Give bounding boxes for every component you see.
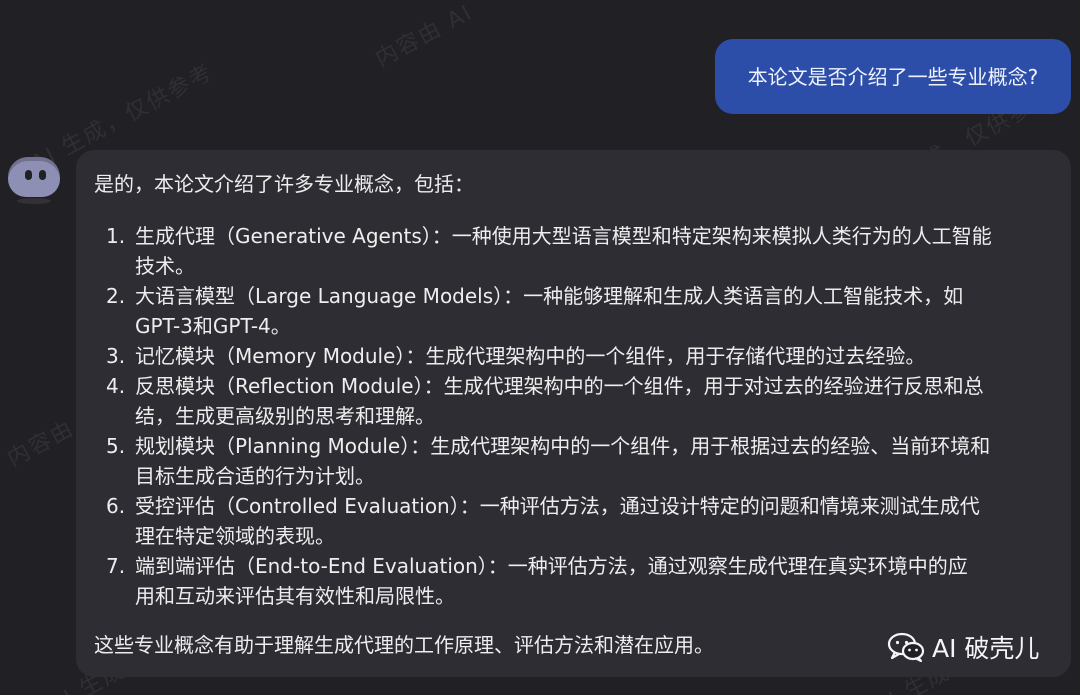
concept-number: 6. <box>106 494 126 518</box>
concept-text-line-2: GPT-3和GPT-4。 <box>135 314 291 338</box>
concept-text-line-1: 反思模块（Reflection Module）：生成代理架构中的一个组件，用于对… <box>135 374 984 398</box>
chat-screen: 内容由 AI AI 生成，仅供参考 AI 生成，仅供参考 内容由 AI 生 AI… <box>0 0 1080 695</box>
concept-text-line-1: 生成代理（Generative Agents）：一种使用大型语言模型和特定架构来… <box>135 224 992 248</box>
concept-text-line-1: 端到端评估（End-to-End Evaluation）：一种评估方法，通过观察… <box>135 554 968 578</box>
avatar-right-eye <box>39 170 46 180</box>
assistant-intro: 是的，本论文介绍了许多专业概念，包括： <box>94 172 474 196</box>
concept-text-line-2: 目标生成合适的行为计划。 <box>135 464 375 488</box>
assistant-avatar <box>8 157 60 197</box>
concept-item-end-to-end-evaluation: 7. 端到端评估（End-to-End Evaluation）：一种评估方法，通… <box>106 551 1056 611</box>
concept-item-reflection-module: 4. 反思模块（Reflection Module）：生成代理架构中的一个组件，… <box>106 371 1056 431</box>
concept-item-controlled-evaluation: 6. 受控评估（Controlled Evaluation）：一种评估方法，通过… <box>106 491 1056 551</box>
concept-number: 1. <box>106 224 126 248</box>
wechat-icon <box>887 632 925 662</box>
concept-number: 3. <box>106 344 126 368</box>
concept-text-line-1: 大语言模型（Large Language Models）：一种能够理解和生成人类… <box>135 284 964 308</box>
brand-label: AI 破壳儿 <box>932 634 1040 663</box>
concept-list: 1. 生成代理（Generative Agents）：一种使用大型语言模型和特定… <box>106 221 1056 611</box>
concept-item-large-language-models: 2. 大语言模型（Large Language Models）：一种能够理解和生… <box>106 281 1056 341</box>
user-message-bubble: 本论文是否介绍了一些专业概念? <box>715 39 1071 114</box>
assistant-outro: 这些专业概念有助于理解生成代理的工作原理、评估方法和潜在应用。 <box>94 633 714 657</box>
concept-number: 2. <box>106 284 126 308</box>
assistant-message-bubble: 是的，本论文介绍了许多专业概念，包括： 1. 生成代理（Generative A… <box>76 150 1071 677</box>
avatar-shadow <box>17 198 51 204</box>
concept-text-line-2: 技术。 <box>135 254 195 278</box>
concept-item-planning-module: 5. 规划模块（Planning Module）：生成代理架构中的一个组件，用于… <box>106 431 1056 491</box>
user-message-text: 本论文是否介绍了一些专业概念? <box>747 64 1039 89</box>
concept-item-generative-agents: 1. 生成代理（Generative Agents）：一种使用大型语言模型和特定… <box>106 221 1056 281</box>
watermark-top: 内容由 AI <box>371 0 478 73</box>
brand-watermark: AI 破壳儿 <box>887 632 1040 663</box>
concept-number: 7. <box>106 554 126 578</box>
concept-text-line-1: 规划模块（Planning Module）：生成代理架构中的一个组件，用于根据过… <box>135 434 991 458</box>
concept-text-line-2: 用和互动来评估其有效性和局限性。 <box>135 584 455 608</box>
concept-text-line-2: 理在特定领域的表现。 <box>135 524 335 548</box>
concept-text-line-1: 记忆模块（Memory Module）：生成代理架构中的一个组件，用于存储代理的… <box>135 344 926 368</box>
concept-number: 5. <box>106 434 126 458</box>
concept-text-line-2: 结，生成更高级别的思考和理解。 <box>135 404 435 428</box>
avatar-left-eye <box>25 170 32 180</box>
concept-text-line-1: 受控评估（Controlled Evaluation）：一种评估方法，通过设计特… <box>135 494 980 518</box>
concept-item-memory-module: 3. 记忆模块（Memory Module）：生成代理架构中的一个组件，用于存储… <box>106 341 1056 371</box>
concept-number: 4. <box>106 374 126 398</box>
